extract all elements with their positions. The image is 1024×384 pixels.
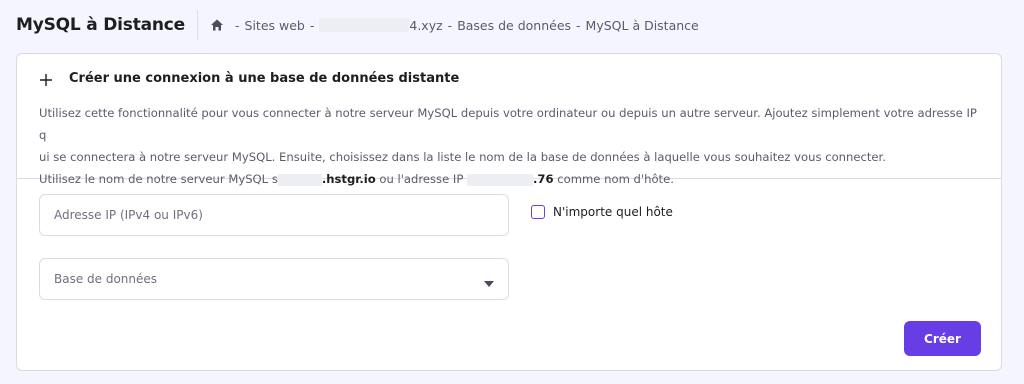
redacted-host [277, 173, 322, 186]
remote-connection-card: Créer une connexion à une base de donnée… [16, 53, 1002, 371]
database-select[interactable]: Base de données [39, 258, 509, 300]
card-title-row: Créer une connexion à une base de donnée… [39, 68, 979, 88]
breadcrumb-separator: - [309, 17, 315, 33]
any-host-label: N'importe quel hôte [553, 205, 673, 219]
redacted-domain [319, 18, 410, 32]
redacted-ip [467, 173, 534, 186]
breadcrumb: - Sites web - 4.xyz - Bases de données -… [210, 18, 699, 33]
description-line-3-prefix: Utilisez le nom de notre serveur MySQL s [39, 172, 278, 186]
card-title: Créer une connexion à une base de donnée… [69, 70, 460, 86]
card-header: Créer une connexion à une base de donnée… [17, 54, 1001, 186]
description-line-3-end: comme nom d'hôte. [557, 172, 674, 186]
breadcrumb-separator: - [447, 17, 453, 33]
breadcrumb-separator: - [576, 17, 581, 33]
ip-suffix: .76 [533, 172, 554, 186]
home-icon[interactable] [210, 18, 224, 32]
description: Utilisez cette fonctionnalité pour vous … [39, 102, 979, 190]
breadcrumb-domain-suffix[interactable]: 4.xyz [409, 18, 442, 33]
ip-address-placeholder: Adresse IP (IPv4 ou IPv6) [54, 208, 203, 222]
description-line-2: ui se connectera à notre serveur MySQL. … [39, 150, 886, 164]
description-line-1: Utilisez cette fonctionnalité pour vous … [39, 106, 977, 142]
breadcrumb-databases[interactable]: Bases de données [457, 18, 571, 33]
page-header: MySQL à Distance - Sites web - 4.xyz - B… [16, 10, 699, 40]
any-host-option[interactable]: N'importe quel hôte [531, 205, 673, 219]
any-host-checkbox[interactable] [531, 205, 545, 219]
description-line-3-mid: ou l'adresse IP [379, 172, 464, 186]
breadcrumb-current: MySQL à Distance [585, 17, 699, 33]
page-title: MySQL à Distance [16, 10, 198, 40]
breadcrumb-separator: - [235, 17, 240, 33]
ip-address-input[interactable]: Adresse IP (IPv4 ou IPv6) [39, 194, 509, 236]
caret-down-icon [484, 276, 494, 287]
breadcrumb-sites[interactable]: Sites web [245, 18, 305, 33]
create-button[interactable]: Créer [904, 321, 981, 356]
database-placeholder: Base de données [54, 272, 158, 286]
plus-icon [39, 72, 53, 86]
host-suffix: .hstgr.io [321, 172, 376, 186]
